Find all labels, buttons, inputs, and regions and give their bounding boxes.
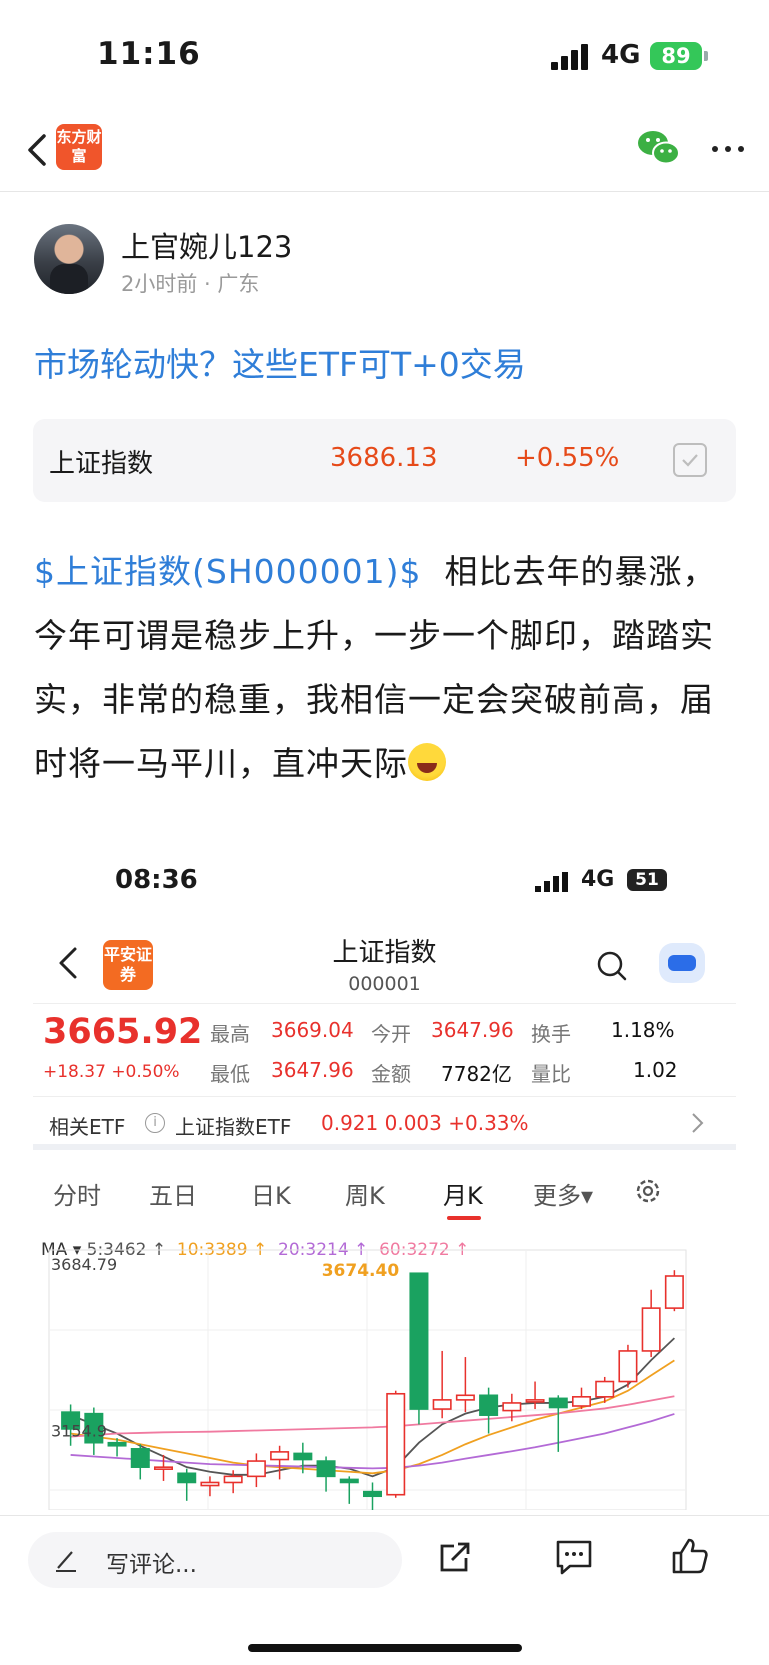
battery-icon: 89 xyxy=(650,42,702,70)
candle-body xyxy=(641,1307,661,1352)
y-axis-max-label: 3684.79 xyxy=(51,1255,117,1274)
watchlist-check-icon[interactable] xyxy=(673,443,707,477)
low-value: 3647.96 xyxy=(271,1058,354,1082)
ma-line-ma20 xyxy=(70,1413,675,1470)
candle-body xyxy=(130,1448,150,1468)
battery-tip xyxy=(704,51,708,61)
candle-body xyxy=(153,1466,174,1470)
pen-icon xyxy=(56,1551,76,1572)
candle-body xyxy=(571,1396,592,1407)
chevron-right-icon xyxy=(692,1113,704,1133)
candle-body xyxy=(432,1399,452,1410)
open-label: 今开 xyxy=(371,1022,411,1046)
app-logo[interactable]: 东方财富 xyxy=(56,124,102,170)
shot-signal-icon xyxy=(535,872,569,892)
candle-body xyxy=(409,1272,429,1410)
candle-body xyxy=(107,1441,127,1447)
stock-name: 上证指数 xyxy=(49,449,154,479)
stock-card[interactable]: 上证指数 3686.13 +0.55% xyxy=(33,419,736,502)
candle-body xyxy=(595,1380,615,1398)
turnover-label: 换手 xyxy=(531,1022,571,1046)
bottom-action-bar: 写评论... xyxy=(0,1515,769,1665)
shot-etf-row: 相关ETF i 上证指数ETF 0.921 0.003 +0.33% xyxy=(33,1097,736,1150)
candle-body xyxy=(479,1394,499,1416)
stock-change: +0.55% xyxy=(515,443,620,473)
peak-label: 3674.40 xyxy=(322,1261,400,1281)
candle-body xyxy=(525,1399,545,1403)
candle-body xyxy=(362,1490,383,1498)
candle-body xyxy=(664,1275,684,1309)
shot-title: 上证指数 xyxy=(332,938,437,968)
shot-price: 3665.92 xyxy=(43,1012,203,1052)
wechat-share-icon[interactable] xyxy=(636,128,682,168)
high-value: 3669.04 xyxy=(271,1018,354,1042)
home-indicator xyxy=(248,1644,522,1652)
ratio-label: 量比 xyxy=(531,1062,571,1086)
share-icon[interactable] xyxy=(436,1538,474,1576)
grinning-emoji-icon xyxy=(408,743,446,781)
post-meta: 2小时前 · 广东 xyxy=(121,272,260,296)
candle-body xyxy=(618,1350,638,1383)
comment-input[interactable]: 写评论... xyxy=(28,1532,402,1588)
monthly-k-chart: 3684.79 3674.40 3154.9 xyxy=(48,1249,687,1510)
y-axis-mid-label: 3154.9 xyxy=(51,1422,107,1441)
etf-label: 相关ETF xyxy=(49,1115,126,1139)
candle-body xyxy=(316,1460,336,1478)
info-icon: i xyxy=(145,1113,165,1133)
embedded-screenshot[interactable]: 08:36 4G 51 平安证券 上证指数 000001 3665.92 +18… xyxy=(33,845,736,1510)
shot-code: 000001 xyxy=(348,973,421,995)
comment-placeholder: 写评论... xyxy=(106,1552,197,1578)
etf-name: 上证指数ETF xyxy=(175,1115,292,1139)
amount-value: 7782亿 xyxy=(441,1062,512,1086)
back-icon[interactable] xyxy=(18,130,58,170)
post-body: $上证指数(SH000001)$ 相比去年的暴涨，今年可谓是稳步上升，一步一个脚… xyxy=(34,540,738,796)
shot-battery-icon: 51 xyxy=(627,869,667,891)
candle-body xyxy=(548,1397,568,1409)
ratio-value: 1.02 xyxy=(633,1058,678,1082)
shot-change: +18.37 +0.50% xyxy=(43,1062,180,1082)
candle-body xyxy=(293,1452,313,1461)
high-label: 最高 xyxy=(210,1022,250,1046)
open-value: 3647.96 xyxy=(431,1018,514,1042)
network-label: 4G xyxy=(601,40,641,70)
candle-body xyxy=(200,1481,220,1487)
stock-mention-link[interactable]: $上证指数(SH000001)$ xyxy=(34,552,421,591)
signal-icon xyxy=(551,44,591,70)
like-icon[interactable] xyxy=(670,1536,710,1576)
candle-body xyxy=(339,1478,359,1484)
shot-search-icon xyxy=(597,951,627,981)
shot-network-label: 4G xyxy=(581,867,615,892)
nav-bar: 东方财富 xyxy=(0,110,769,192)
candle-body xyxy=(455,1394,475,1401)
comment-icon[interactable] xyxy=(554,1538,594,1576)
status-bar: 11:16 4G 89 xyxy=(0,0,769,110)
low-label: 最低 xyxy=(210,1062,250,1086)
candle-body xyxy=(386,1392,406,1496)
candle-body xyxy=(177,1472,197,1484)
amount-label: 金额 xyxy=(371,1062,411,1086)
candle-body xyxy=(246,1460,266,1478)
status-time: 11:16 xyxy=(97,36,201,72)
avatar[interactable] xyxy=(34,224,104,294)
shot-assistant-icon xyxy=(659,943,705,983)
post-title-link[interactable]: 市场轮动快？这些ETF可T+0交易 xyxy=(34,338,526,386)
turnover-value: 1.18% xyxy=(611,1018,675,1042)
shot-quote-panel: 3665.92 +18.37 +0.50% 最高 3669.04 今开 3647… xyxy=(33,1003,736,1097)
more-icon[interactable] xyxy=(708,144,748,154)
author-name[interactable]: 上官婉儿123 xyxy=(121,224,292,266)
candle-body xyxy=(270,1451,290,1461)
candle-body xyxy=(223,1475,243,1484)
stock-price: 3686.13 xyxy=(330,443,438,473)
shot-status-time: 08:36 xyxy=(115,865,198,895)
candle-body xyxy=(502,1402,522,1412)
author-header: 上官婉儿123 2小时前 · 广东 xyxy=(34,224,734,298)
etf-values: 0.921 0.003 +0.33% xyxy=(321,1111,529,1135)
